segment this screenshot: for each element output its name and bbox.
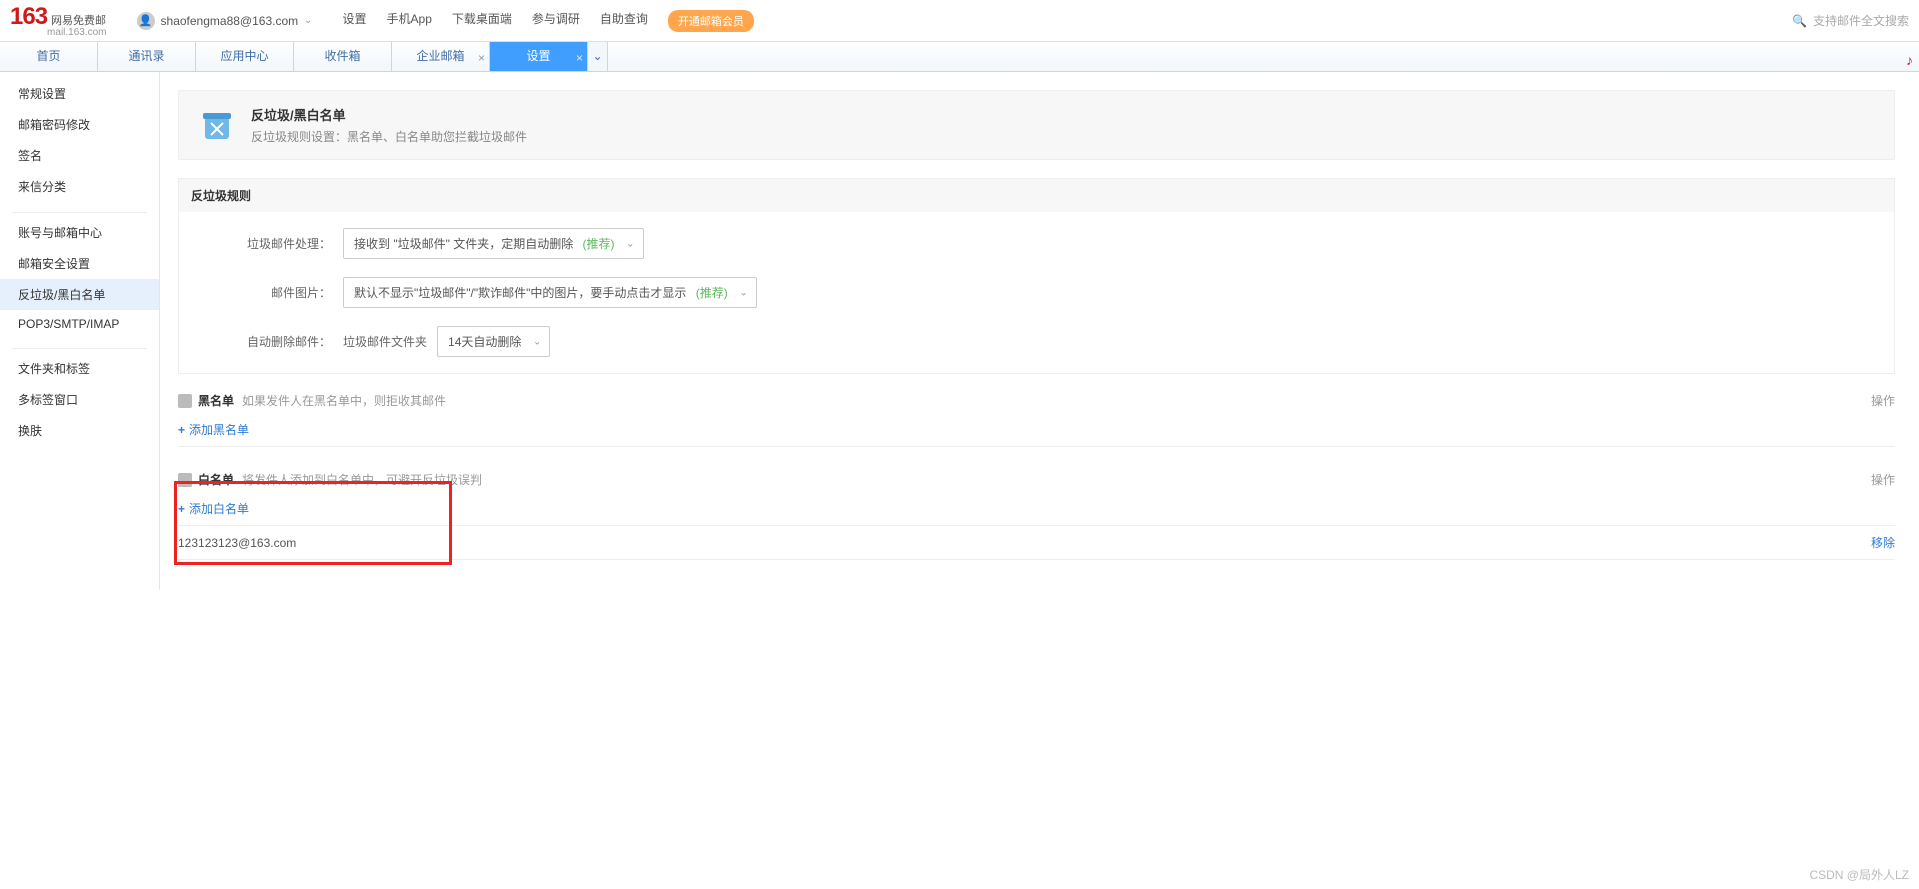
whitelist-ops-label: 操作	[1871, 471, 1895, 488]
auto-delete-select[interactable]: 14天自动删除 ⌄	[437, 326, 550, 357]
sidebar-pop3[interactable]: POP3/SMTP/IMAP	[0, 310, 159, 338]
blacklist-hint: 如果发件人在黑名单中，则拒收其邮件	[242, 392, 446, 409]
tab-inbox[interactable]: 收件箱	[294, 42, 392, 71]
remove-whitelist-link[interactable]: 移除	[1871, 536, 1895, 550]
mail-image-label: 邮件图片：	[199, 284, 343, 301]
music-icon[interactable]: ♪	[1906, 52, 1913, 68]
user-email: shaofengma88@163.com	[161, 14, 299, 28]
tab-dropdown[interactable]: ⌄	[588, 42, 608, 71]
top-nav: 设置 手机App 下载桌面端 参与调研 自助查询 开通邮箱会员	[343, 10, 754, 32]
auto-delete-folder: 垃圾邮件文件夹	[343, 333, 427, 350]
whitelist-hint: 将发件人添加到白名单中，可避开反垃圾误判	[242, 471, 482, 488]
whitelist-title: 白名单	[198, 471, 234, 488]
mail-image-select[interactable]: 默认不显示"垃圾邮件"/"欺诈邮件"中的图片，要手动点击才显示 (推荐) ⌄	[343, 277, 757, 308]
content: 反垃圾/黑白名单 反垃圾规则设置：黑名单、白名单助您拦截垃圾邮件 反垃圾规则 垃…	[160, 72, 1919, 590]
sidebar-skin[interactable]: 换肤	[0, 415, 159, 446]
tab-enterprise[interactable]: 企业邮箱 ×	[392, 42, 490, 71]
banner-desc: 反垃圾规则设置：黑名单、白名单助您拦截垃圾邮件	[251, 128, 527, 145]
add-blacklist-link[interactable]: 添加黑名单	[189, 421, 249, 438]
chevron-down-icon: ⌄	[533, 336, 541, 347]
sidebar-antispam[interactable]: 反垃圾/黑白名单	[0, 279, 159, 310]
topnav-settings[interactable]: 设置	[343, 10, 367, 32]
main-body: 常规设置 邮箱密码修改 签名 来信分类 账号与邮箱中心 邮箱安全设置 反垃圾/黑…	[0, 72, 1919, 590]
logo[interactable]: 163 网易免费邮 mail.163.com	[10, 3, 107, 38]
search-placeholder: 支持邮件全文搜索	[1813, 12, 1909, 29]
topnav-vip[interactable]: 开通邮箱会员	[668, 10, 754, 32]
auto-delete-label: 自动删除邮件：	[199, 333, 343, 350]
sidebar-signature[interactable]: 签名	[0, 140, 159, 171]
spam-handle-select[interactable]: 接收到 "垃圾邮件" 文件夹，定期自动删除 (推荐) ⌄	[343, 228, 644, 259]
tab-settings[interactable]: 设置 ×	[490, 42, 588, 71]
close-icon[interactable]: ×	[478, 44, 485, 73]
blacklist-header: 黑名单 如果发件人在黑名单中，则拒收其邮件 操作	[178, 388, 1895, 413]
blacklist-add-row: + 添加黑名单	[178, 413, 1895, 447]
rules-title: 反垃圾规则	[179, 179, 1894, 212]
watermark: CSDN @局外人LZ	[1809, 866, 1909, 883]
trash-icon	[197, 105, 237, 145]
topnav-selfhelp[interactable]: 自助查询	[600, 10, 648, 32]
topnav-survey[interactable]: 参与调研	[532, 10, 580, 32]
sidebar-password[interactable]: 邮箱密码修改	[0, 109, 159, 140]
tab-contacts[interactable]: 通讯录	[98, 42, 196, 71]
close-icon[interactable]: ×	[576, 44, 583, 73]
tab-bar: 首页 通讯录 应用中心 收件箱 企业邮箱 × 设置 × ⌄	[0, 42, 1919, 72]
whitelist-add-row: + 添加白名单	[178, 492, 1895, 526]
person-icon	[178, 394, 192, 408]
sidebar-account[interactable]: 账号与邮箱中心	[0, 217, 159, 248]
tab-home[interactable]: 首页	[0, 42, 98, 71]
settings-sidebar: 常规设置 邮箱密码修改 签名 来信分类 账号与邮箱中心 邮箱安全设置 反垃圾/黑…	[0, 72, 160, 590]
blacklist-title: 黑名单	[198, 392, 234, 409]
person-icon	[178, 473, 192, 487]
sidebar-incoming[interactable]: 来信分类	[0, 171, 159, 202]
topnav-desktop[interactable]: 下载桌面端	[452, 10, 512, 32]
blacklist-ops-label: 操作	[1871, 392, 1895, 409]
plus-icon: +	[178, 502, 185, 516]
spam-handle-label: 垃圾邮件处理：	[199, 235, 343, 252]
chevron-down-icon: ⌄	[626, 238, 634, 249]
search-icon: 🔍	[1792, 14, 1807, 28]
avatar-icon: 👤	[137, 12, 155, 30]
banner-title: 反垃圾/黑白名单	[251, 105, 527, 124]
plus-icon: +	[178, 423, 185, 437]
user-menu[interactable]: 👤 shaofengma88@163.com ⌄	[137, 12, 313, 30]
logo-sub: 网易免费邮 mail.163.com	[47, 15, 106, 38]
tab-apps[interactable]: 应用中心	[196, 42, 294, 71]
topnav-app[interactable]: 手机App	[387, 10, 432, 32]
page-banner: 反垃圾/黑白名单 反垃圾规则设置：黑名单、白名单助您拦截垃圾邮件	[178, 90, 1895, 160]
sidebar-multitab[interactable]: 多标签窗口	[0, 384, 159, 415]
add-whitelist-link[interactable]: 添加白名单	[189, 500, 249, 517]
rules-section: 反垃圾规则 垃圾邮件处理： 接收到 "垃圾邮件" 文件夹，定期自动删除 (推荐)…	[178, 178, 1895, 374]
sidebar-folders[interactable]: 文件夹和标签	[0, 353, 159, 384]
sidebar-security[interactable]: 邮箱安全设置	[0, 248, 159, 279]
sidebar-general[interactable]: 常规设置	[0, 78, 159, 109]
whitelist-entry: 123123123@163.com 移除	[178, 526, 1895, 560]
logo-text: 163	[10, 3, 47, 31]
chevron-down-icon: ⌄	[304, 15, 312, 26]
whitelist-header: 白名单 将发件人添加到白名单中，可避开反垃圾误判 操作	[178, 467, 1895, 492]
chevron-down-icon: ⌄	[739, 287, 747, 298]
whitelist-email: 123123123@163.com	[178, 536, 296, 550]
top-header: 163 网易免费邮 mail.163.com 👤 shaofengma88@16…	[0, 0, 1919, 42]
search-box[interactable]: 🔍 支持邮件全文搜索	[1792, 12, 1909, 29]
